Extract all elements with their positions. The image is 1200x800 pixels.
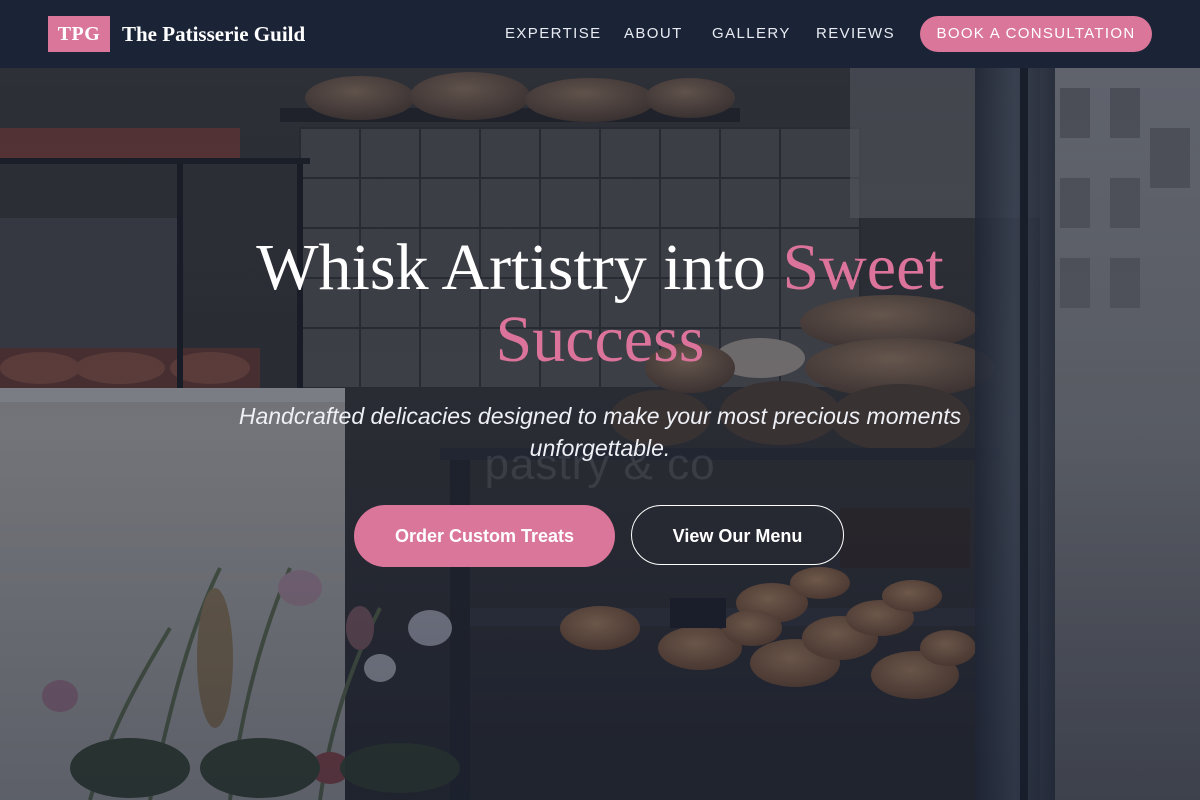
view-menu-button[interactable]: View Our Menu <box>631 505 844 565</box>
hero-title: Whisk Artistry into Sweet Success <box>150 232 1050 376</box>
book-consultation-button[interactable]: BOOK A CONSULTATION <box>920 16 1152 52</box>
nav-link-expertise[interactable]: EXPERTISE <box>505 24 602 44</box>
brand-name[interactable]: The Patisserie Guild <box>122 20 305 48</box>
top-navigation: TPG The Patisserie Guild EXPERTISE ABOUT… <box>0 0 1200 68</box>
logo-badge[interactable]: TPG <box>48 16 110 52</box>
hero-title-main: Whisk Artistry into <box>256 231 783 304</box>
page: TPG The Patisserie Guild EXPERTISE ABOUT… <box>0 0 1200 800</box>
order-custom-treats-button[interactable]: Order Custom Treats <box>354 505 615 567</box>
nav-link-reviews[interactable]: REVIEWS <box>816 24 895 44</box>
nav-link-about[interactable]: ABOUT <box>624 24 683 44</box>
nav-link-gallery[interactable]: GALLERY <box>712 24 791 44</box>
hero-subtitle: Handcrafted delicacies designed to make … <box>238 403 962 461</box>
